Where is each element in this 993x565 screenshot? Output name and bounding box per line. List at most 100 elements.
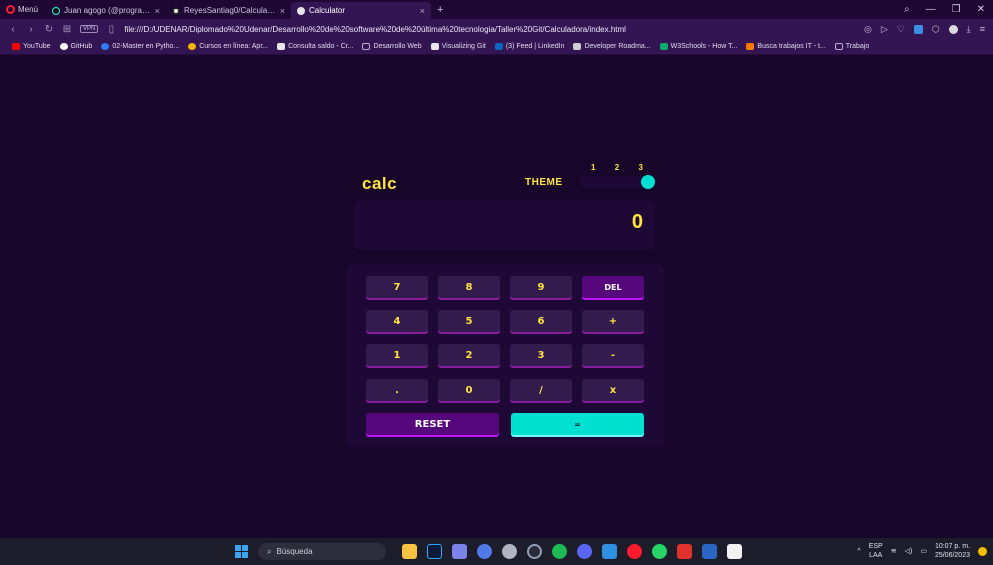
page-content: calc THEME 1 2 3 0 7 8 9 DEL 4 5 6 + 1 2 — [0, 55, 993, 538]
discord-icon[interactable] — [577, 544, 592, 559]
tab-tiktok[interactable]: Juan agogo (@programador × — [46, 2, 166, 19]
reset-button[interactable]: RESET — [366, 413, 499, 435]
key-5[interactable]: 5 — [438, 310, 500, 332]
bookmark-visualizing-git[interactable]: Visualizing Git — [430, 43, 486, 50]
taskbar: ⌕ Búsqueda ^ ESP LAA ≋ ◁) ▭ 10:07 p. m. … — [0, 538, 993, 565]
file-explorer-icon[interactable] — [402, 544, 417, 559]
bookmark-youtube[interactable]: YouTube — [12, 43, 51, 50]
key-4[interactable]: 4 — [366, 310, 428, 332]
key-plus[interactable]: + — [582, 310, 644, 332]
bookmark-w3schools[interactable]: W3Schools - How T... — [659, 43, 737, 50]
theme-toggle[interactable] — [580, 175, 655, 189]
theme-option-2[interactable]: 2 — [615, 163, 619, 172]
extension-icon[interactable] — [913, 24, 923, 34]
browser-tab-bar: Menú Juan agogo (@programador × ReyesSan… — [0, 0, 993, 19]
delete-button[interactable]: DEL — [582, 276, 644, 298]
taskbar-search[interactable]: ⌕ Búsqueda — [258, 543, 386, 560]
key-3[interactable]: 3 — [510, 344, 572, 366]
photoshop-icon[interactable] — [427, 544, 442, 559]
notepad-icon[interactable] — [727, 544, 742, 559]
word-icon[interactable] — [702, 544, 717, 559]
key-0[interactable]: 0 — [438, 379, 500, 401]
tab-calculator[interactable]: Calculator × — [291, 2, 432, 19]
opera-logo-icon — [6, 5, 15, 14]
udemy-icon — [188, 43, 197, 50]
close-icon[interactable]: × — [280, 6, 285, 16]
minimize-icon[interactable]: — — [926, 4, 936, 15]
key-multiply[interactable]: x — [582, 379, 644, 401]
theme-option-3[interactable]: 3 — [639, 163, 643, 172]
url-field[interactable]: file:///D:/UDENAR/Diplomado%20Udenar/Des… — [124, 25, 856, 34]
key-divide[interactable]: / — [510, 379, 572, 401]
bookmark-python-master[interactable]: 02-Master en Pytho... — [101, 43, 179, 50]
battery-icon[interactable]: ▭ — [920, 547, 927, 555]
opera-menu-button[interactable]: Menú — [0, 0, 46, 19]
close-window-icon[interactable]: ✕ — [977, 4, 985, 15]
github-icon — [59, 43, 68, 50]
calculator-display: 0 — [354, 200, 655, 250]
bookmark-github[interactable]: GitHub — [59, 43, 93, 50]
key-6[interactable]: 6 — [510, 310, 572, 332]
search-tabs-icon[interactable]: ⌕ — [904, 4, 910, 15]
key-8[interactable]: 8 — [438, 276, 500, 298]
download-icon[interactable]: ⤓ — [967, 24, 971, 35]
bookmark-desarrollo-web[interactable]: Desarrollo Web — [362, 43, 422, 50]
new-tab-button[interactable]: + — [431, 4, 449, 16]
tab-github[interactable]: ReyesSantiag0/Calculadora × — [166, 2, 291, 19]
theme-option-1[interactable]: 1 — [591, 163, 595, 172]
heart-icon[interactable]: ♡ — [897, 24, 905, 35]
equals-button[interactable]: = — [511, 413, 644, 435]
language-indicator[interactable]: ESP LAA — [869, 542, 883, 560]
bookmark-label: YouTube — [23, 43, 51, 50]
bookmark-cursos[interactable]: Cursos en línea: Apr... — [188, 43, 268, 50]
bookmark-trabajo[interactable]: Trabajo — [834, 43, 869, 50]
bookmark-busca-trabajos[interactable]: Busca trabajos IT - t... — [746, 43, 826, 50]
wifi-icon[interactable]: ≋ — [891, 547, 897, 555]
windows-start-icon[interactable] — [235, 545, 248, 558]
key-1[interactable]: 1 — [366, 344, 428, 366]
restore-icon[interactable]: ❐ — [952, 4, 961, 15]
notification-icon[interactable] — [978, 546, 987, 556]
vpn-badge[interactable]: VPN — [80, 25, 99, 33]
teams-icon[interactable] — [452, 544, 467, 559]
theme-toggle-knob[interactable] — [641, 175, 655, 189]
bookmark-roadmap[interactable]: Developer Roadma... — [573, 43, 651, 50]
close-icon[interactable]: × — [155, 6, 160, 16]
opera-icon[interactable] — [627, 544, 642, 559]
key-minus[interactable]: - — [582, 344, 644, 366]
speed-dial-icon[interactable]: ⊞ — [62, 24, 72, 35]
key-9[interactable]: 9 — [510, 276, 572, 298]
bookmark-label: Cursos en línea: Apr... — [199, 43, 269, 50]
key-7[interactable]: 7 — [366, 276, 428, 298]
profile-icon[interactable] — [948, 24, 958, 34]
easy-setup-icon[interactable]: ≡ — [980, 24, 985, 34]
page-icon — [277, 43, 286, 50]
reload-icon[interactable]: ↻ — [44, 24, 54, 35]
whatsapp-icon[interactable] — [652, 544, 667, 559]
chevron-up-icon[interactable]: ^ — [857, 548, 860, 555]
camera-icon[interactable]: ◎ — [864, 24, 872, 35]
bookmark-label: GitHub — [70, 43, 93, 50]
clock[interactable]: 10:07 p. m. 25/06/2023 — [935, 542, 970, 560]
vscode-icon[interactable] — [602, 544, 617, 559]
calc-logo: calc — [362, 174, 398, 193]
play-icon[interactable]: ▷ — [881, 24, 888, 35]
spotify-icon[interactable] — [552, 544, 567, 559]
bookmark-consulta-saldo[interactable]: Consulta saldo - Cr... — [277, 43, 353, 50]
acrobat-icon[interactable] — [677, 544, 692, 559]
close-icon[interactable]: × — [420, 6, 425, 16]
cube-icon[interactable]: ⬡ — [932, 24, 940, 35]
chrome-icon[interactable] — [527, 544, 542, 559]
app-icon[interactable] — [477, 544, 492, 559]
key-2[interactable]: 2 — [438, 344, 500, 366]
key-dot[interactable]: . — [366, 379, 428, 401]
tab-title: Juan agogo (@programador — [64, 6, 151, 15]
course-icon — [101, 43, 110, 50]
bookmark-label: Desarrollo Web — [373, 43, 422, 50]
bookmark-linkedin[interactable]: (3) Feed | LinkedIn — [494, 43, 564, 50]
settings-icon[interactable] — [502, 544, 517, 559]
back-icon[interactable]: ‹ — [8, 24, 18, 35]
keypad: 7 8 9 DEL 4 5 6 + 1 2 3 - . 0 / x RESET … — [346, 264, 664, 447]
forward-icon[interactable]: › — [26, 24, 36, 35]
volume-icon[interactable]: ◁) — [905, 547, 913, 555]
